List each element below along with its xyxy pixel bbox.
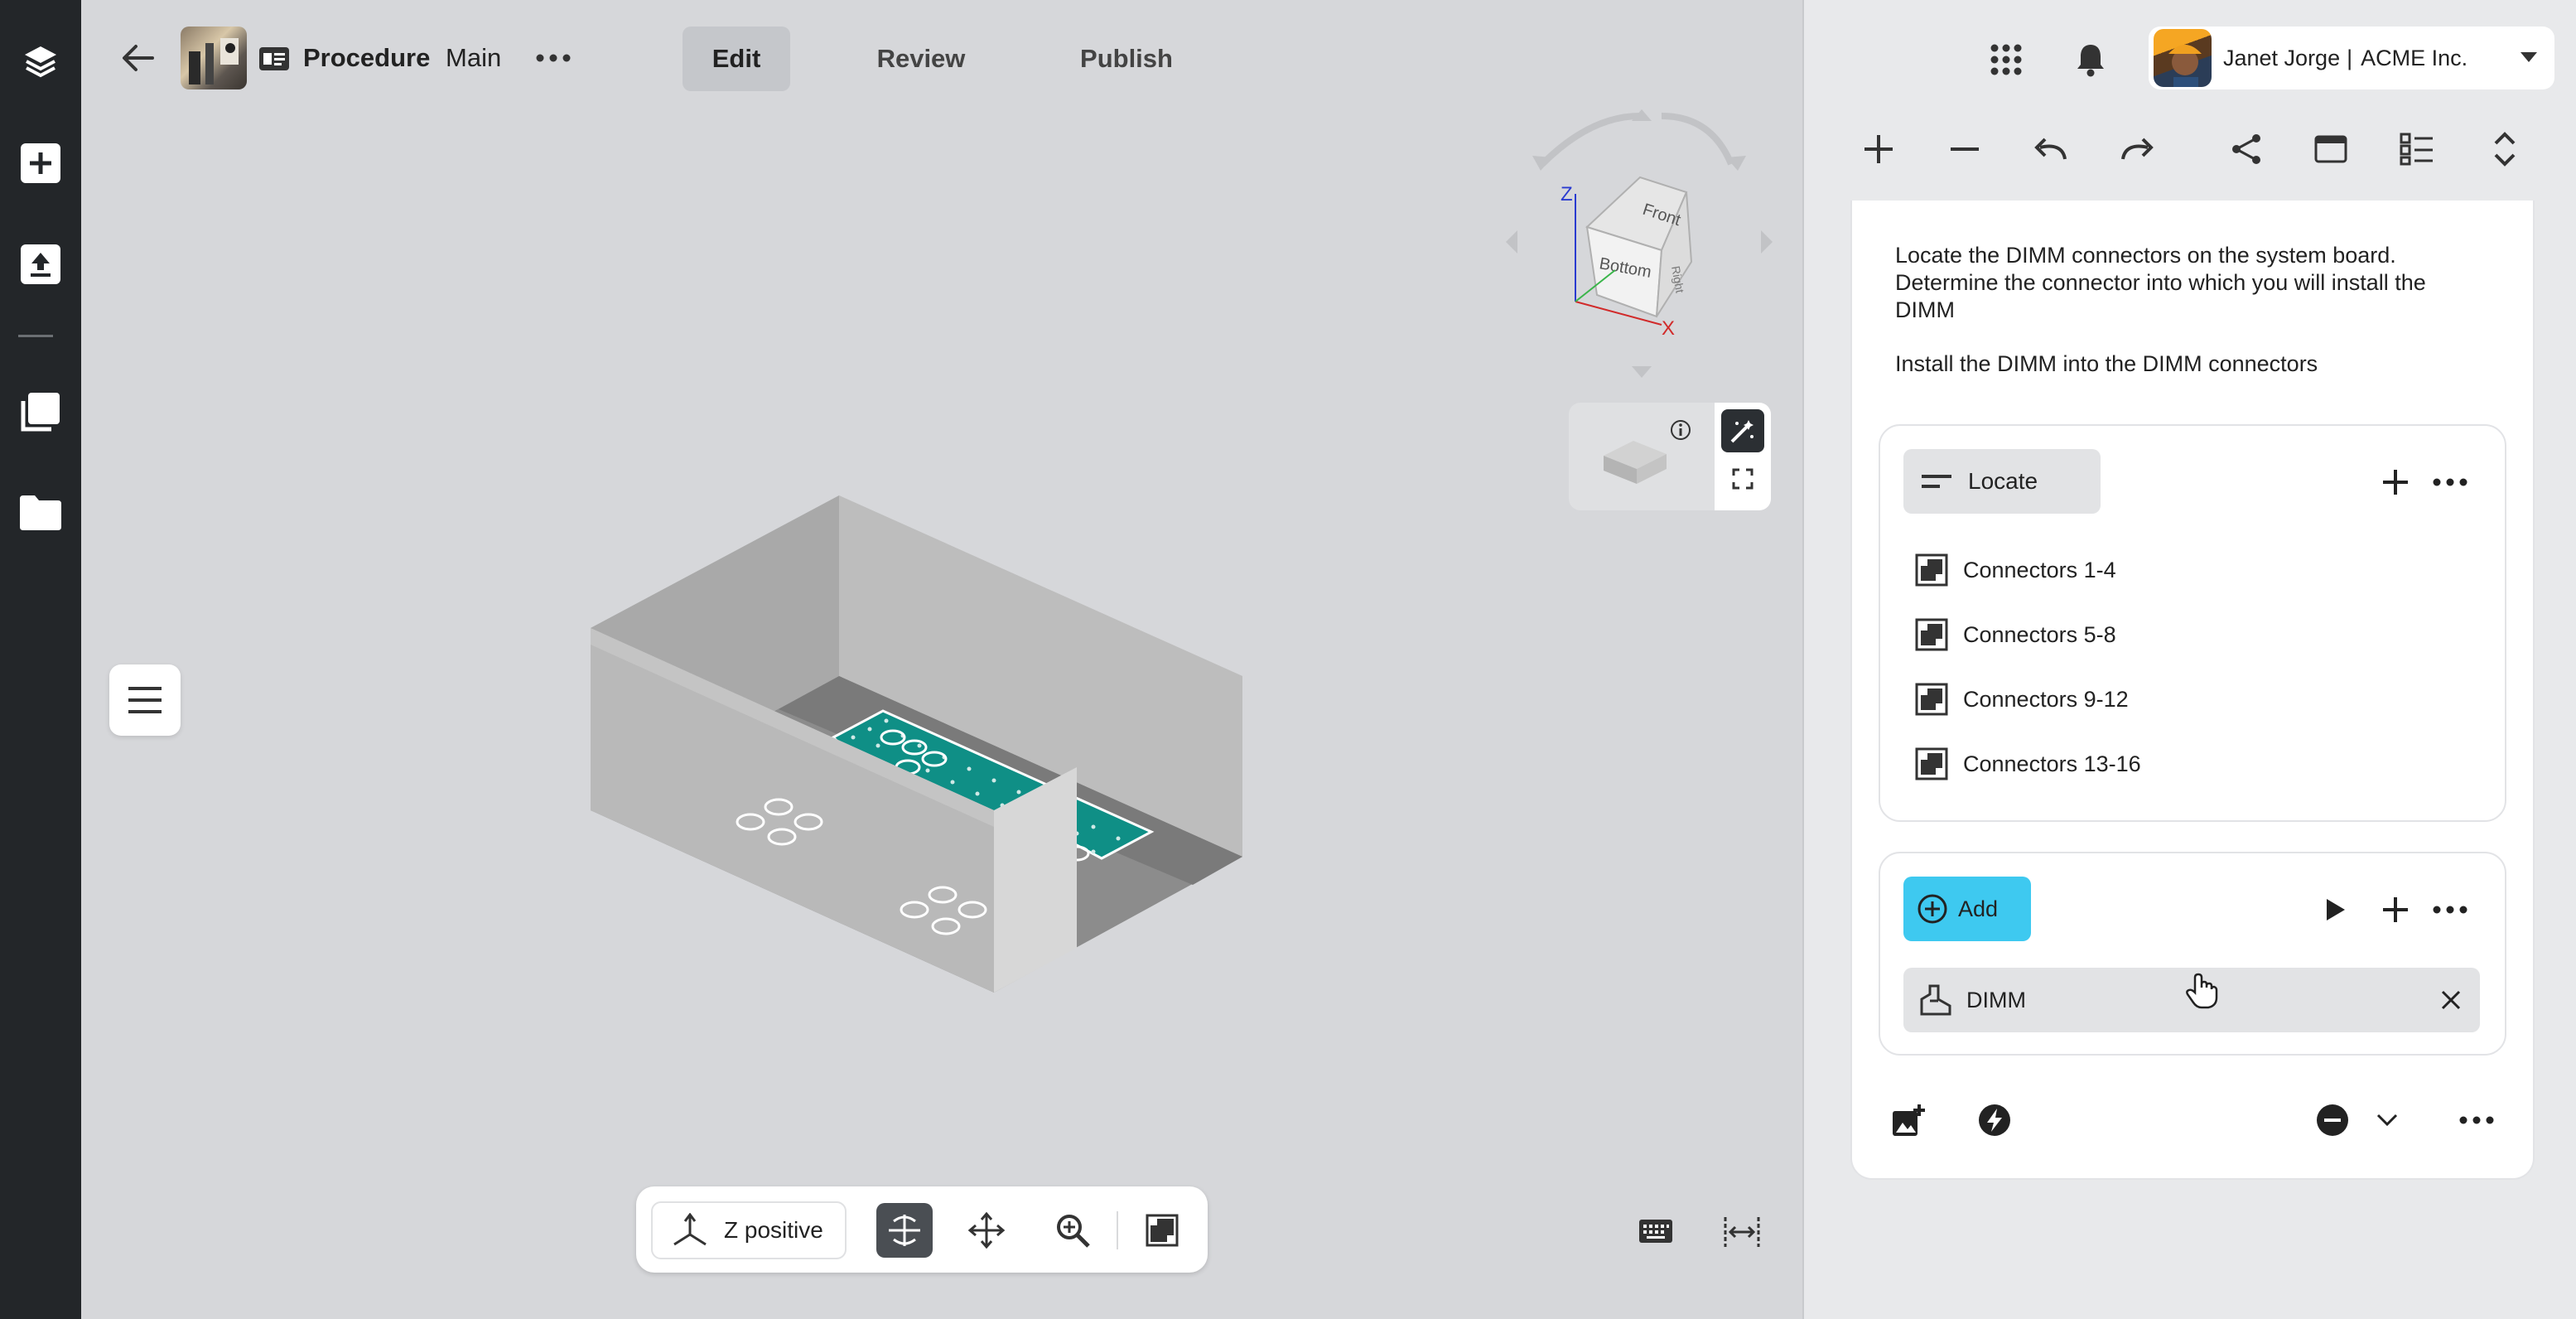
library-icon[interactable] bbox=[15, 386, 66, 437]
rail-divider bbox=[18, 335, 53, 337]
install-more-icon[interactable] bbox=[2427, 888, 2473, 931]
add-part-icon[interactable] bbox=[2374, 888, 2417, 931]
list-item[interactable]: Connectors 1-4 bbox=[1915, 545, 2116, 595]
info-icon[interactable] bbox=[1668, 418, 1693, 442]
add-circle-icon bbox=[1918, 894, 1947, 924]
add-image-icon[interactable] bbox=[1887, 0, 1930, 43]
keyboard-icon[interactable] bbox=[1633, 1213, 1678, 1249]
axis-x-label: X bbox=[1662, 317, 1675, 340]
orbit-icon bbox=[889, 1215, 920, 1246]
zoom-in-icon[interactable] bbox=[1854, 124, 1903, 174]
outline-menu-button[interactable] bbox=[109, 664, 181, 736]
connector-label: Connectors 13-16 bbox=[1963, 751, 2141, 776]
upload-icon[interactable] bbox=[15, 239, 66, 290]
add-button-label: Add bbox=[1958, 896, 1999, 921]
zoom-icon bbox=[1057, 1215, 1090, 1248]
toolbar-divider bbox=[1117, 1211, 1118, 1249]
selection-icon bbox=[1915, 747, 1948, 780]
pan-icon bbox=[967, 1211, 1006, 1249]
view-cube[interactable]: Front Bottom Right Z X bbox=[1499, 104, 1781, 386]
procedure-version[interactable]: Main bbox=[446, 43, 501, 73]
procedure-title: Procedure bbox=[303, 43, 431, 72]
tab-review[interactable]: Review bbox=[861, 27, 981, 91]
zoom-tool-button[interactable] bbox=[1047, 1205, 1098, 1256]
step-description-2[interactable]: Install the DIMM into the DIMM connector… bbox=[1895, 350, 2492, 378]
hand-cursor-icon bbox=[2185, 973, 2218, 1009]
play-icon[interactable] bbox=[2314, 888, 2357, 931]
mini-preview[interactable] bbox=[1569, 403, 1771, 510]
connector-label: Connectors 9-12 bbox=[1963, 686, 2129, 712]
step-description[interactable]: Locate the DIMM connectors on the system… bbox=[1895, 242, 2492, 324]
list-item[interactable]: Connectors 9-12 bbox=[1915, 674, 2129, 724]
3d-model[interactable] bbox=[497, 464, 1292, 1027]
locate-action-chip[interactable]: Locate bbox=[1903, 449, 2101, 514]
chevron-down-icon[interactable] bbox=[2371, 1105, 2404, 1135]
install-part-icon bbox=[1920, 984, 1951, 1016]
more-options-icon[interactable] bbox=[530, 43, 576, 73]
locate-chip-label: Locate bbox=[1968, 468, 2038, 494]
preview-model-thumbnail bbox=[1604, 441, 1667, 484]
tab-edit[interactable]: Edit bbox=[683, 27, 790, 91]
fit-width-icon[interactable] bbox=[1721, 1213, 1763, 1251]
footer-more-icon[interactable] bbox=[2453, 1099, 2500, 1142]
fullscreen-icon[interactable] bbox=[1728, 464, 1758, 494]
selection-icon bbox=[1915, 618, 1948, 651]
app-logo-icon[interactable] bbox=[15, 36, 66, 88]
user-separator: | bbox=[2347, 45, 2353, 70]
orbit-tool-button[interactable] bbox=[876, 1203, 933, 1258]
zoom-out-icon[interactable] bbox=[1940, 124, 1990, 174]
add-button[interactable]: Add bbox=[1903, 877, 2031, 941]
back-arrow-icon[interactable] bbox=[114, 35, 161, 81]
add-image-icon[interactable] bbox=[1887, 1099, 1930, 1142]
checklist-icon[interactable] bbox=[2392, 124, 2442, 174]
locate-more-icon[interactable] bbox=[2427, 461, 2473, 504]
connector-label: Connectors 5-8 bbox=[1963, 621, 2116, 647]
axis-z-label: Z bbox=[1561, 183, 1573, 205]
remove-part-close-icon[interactable] bbox=[2432, 981, 2470, 1019]
expand-collapse-icon[interactable] bbox=[2480, 124, 2530, 174]
share-icon[interactable] bbox=[2221, 124, 2271, 174]
list-item[interactable]: Connectors 5-8 bbox=[1915, 610, 2116, 660]
left-rail bbox=[0, 0, 81, 1319]
selection-icon bbox=[1915, 553, 1948, 587]
pan-tool-button[interactable] bbox=[961, 1205, 1012, 1256]
minus-circle-icon[interactable] bbox=[2311, 1099, 2354, 1142]
folder-icon[interactable] bbox=[15, 487, 66, 539]
user-org: ACME Inc. bbox=[2361, 45, 2468, 70]
view-orientation-button[interactable]: Z positive bbox=[651, 1201, 847, 1259]
selection-mode-button[interactable] bbox=[1136, 1205, 1188, 1256]
new-icon[interactable] bbox=[15, 138, 66, 189]
notifications-bell-icon[interactable] bbox=[2067, 36, 2114, 83]
procedure-card-icon bbox=[258, 46, 290, 71]
window-icon[interactable] bbox=[2306, 124, 2356, 174]
procedure-thumbnail[interactable] bbox=[181, 27, 247, 89]
view-toolbar: Z positive bbox=[636, 1186, 1208, 1273]
axes-icon bbox=[673, 1213, 707, 1246]
user-account-menu[interactable]: Janet Jorge | ACME Inc. bbox=[2149, 27, 2554, 89]
tab-publish[interactable]: Publish bbox=[1069, 27, 1184, 91]
lightning-icon[interactable] bbox=[1973, 1099, 2016, 1142]
chevron-down-icon bbox=[2521, 52, 2537, 62]
magic-wand-icon[interactable] bbox=[1721, 409, 1764, 452]
add-target-icon[interactable] bbox=[2374, 461, 2417, 504]
user-name: Janet Jorge bbox=[2223, 45, 2341, 70]
connector-label: Connectors 1-4 bbox=[1963, 557, 2116, 582]
undo-icon[interactable] bbox=[2026, 124, 2076, 174]
view-orientation-label: Z positive bbox=[724, 1217, 823, 1243]
apps-grid-icon[interactable] bbox=[1983, 36, 2029, 83]
selection-icon bbox=[1146, 1214, 1179, 1247]
part-label: DIMM bbox=[1966, 987, 2026, 1012]
redo-icon[interactable] bbox=[2112, 124, 2162, 174]
hamburger-icon bbox=[128, 687, 162, 713]
avatar bbox=[2154, 29, 2212, 87]
selection-icon bbox=[1915, 683, 1948, 716]
list-item[interactable]: Connectors 13-16 bbox=[1915, 739, 2141, 789]
locate-lines-icon bbox=[1922, 475, 1951, 488]
